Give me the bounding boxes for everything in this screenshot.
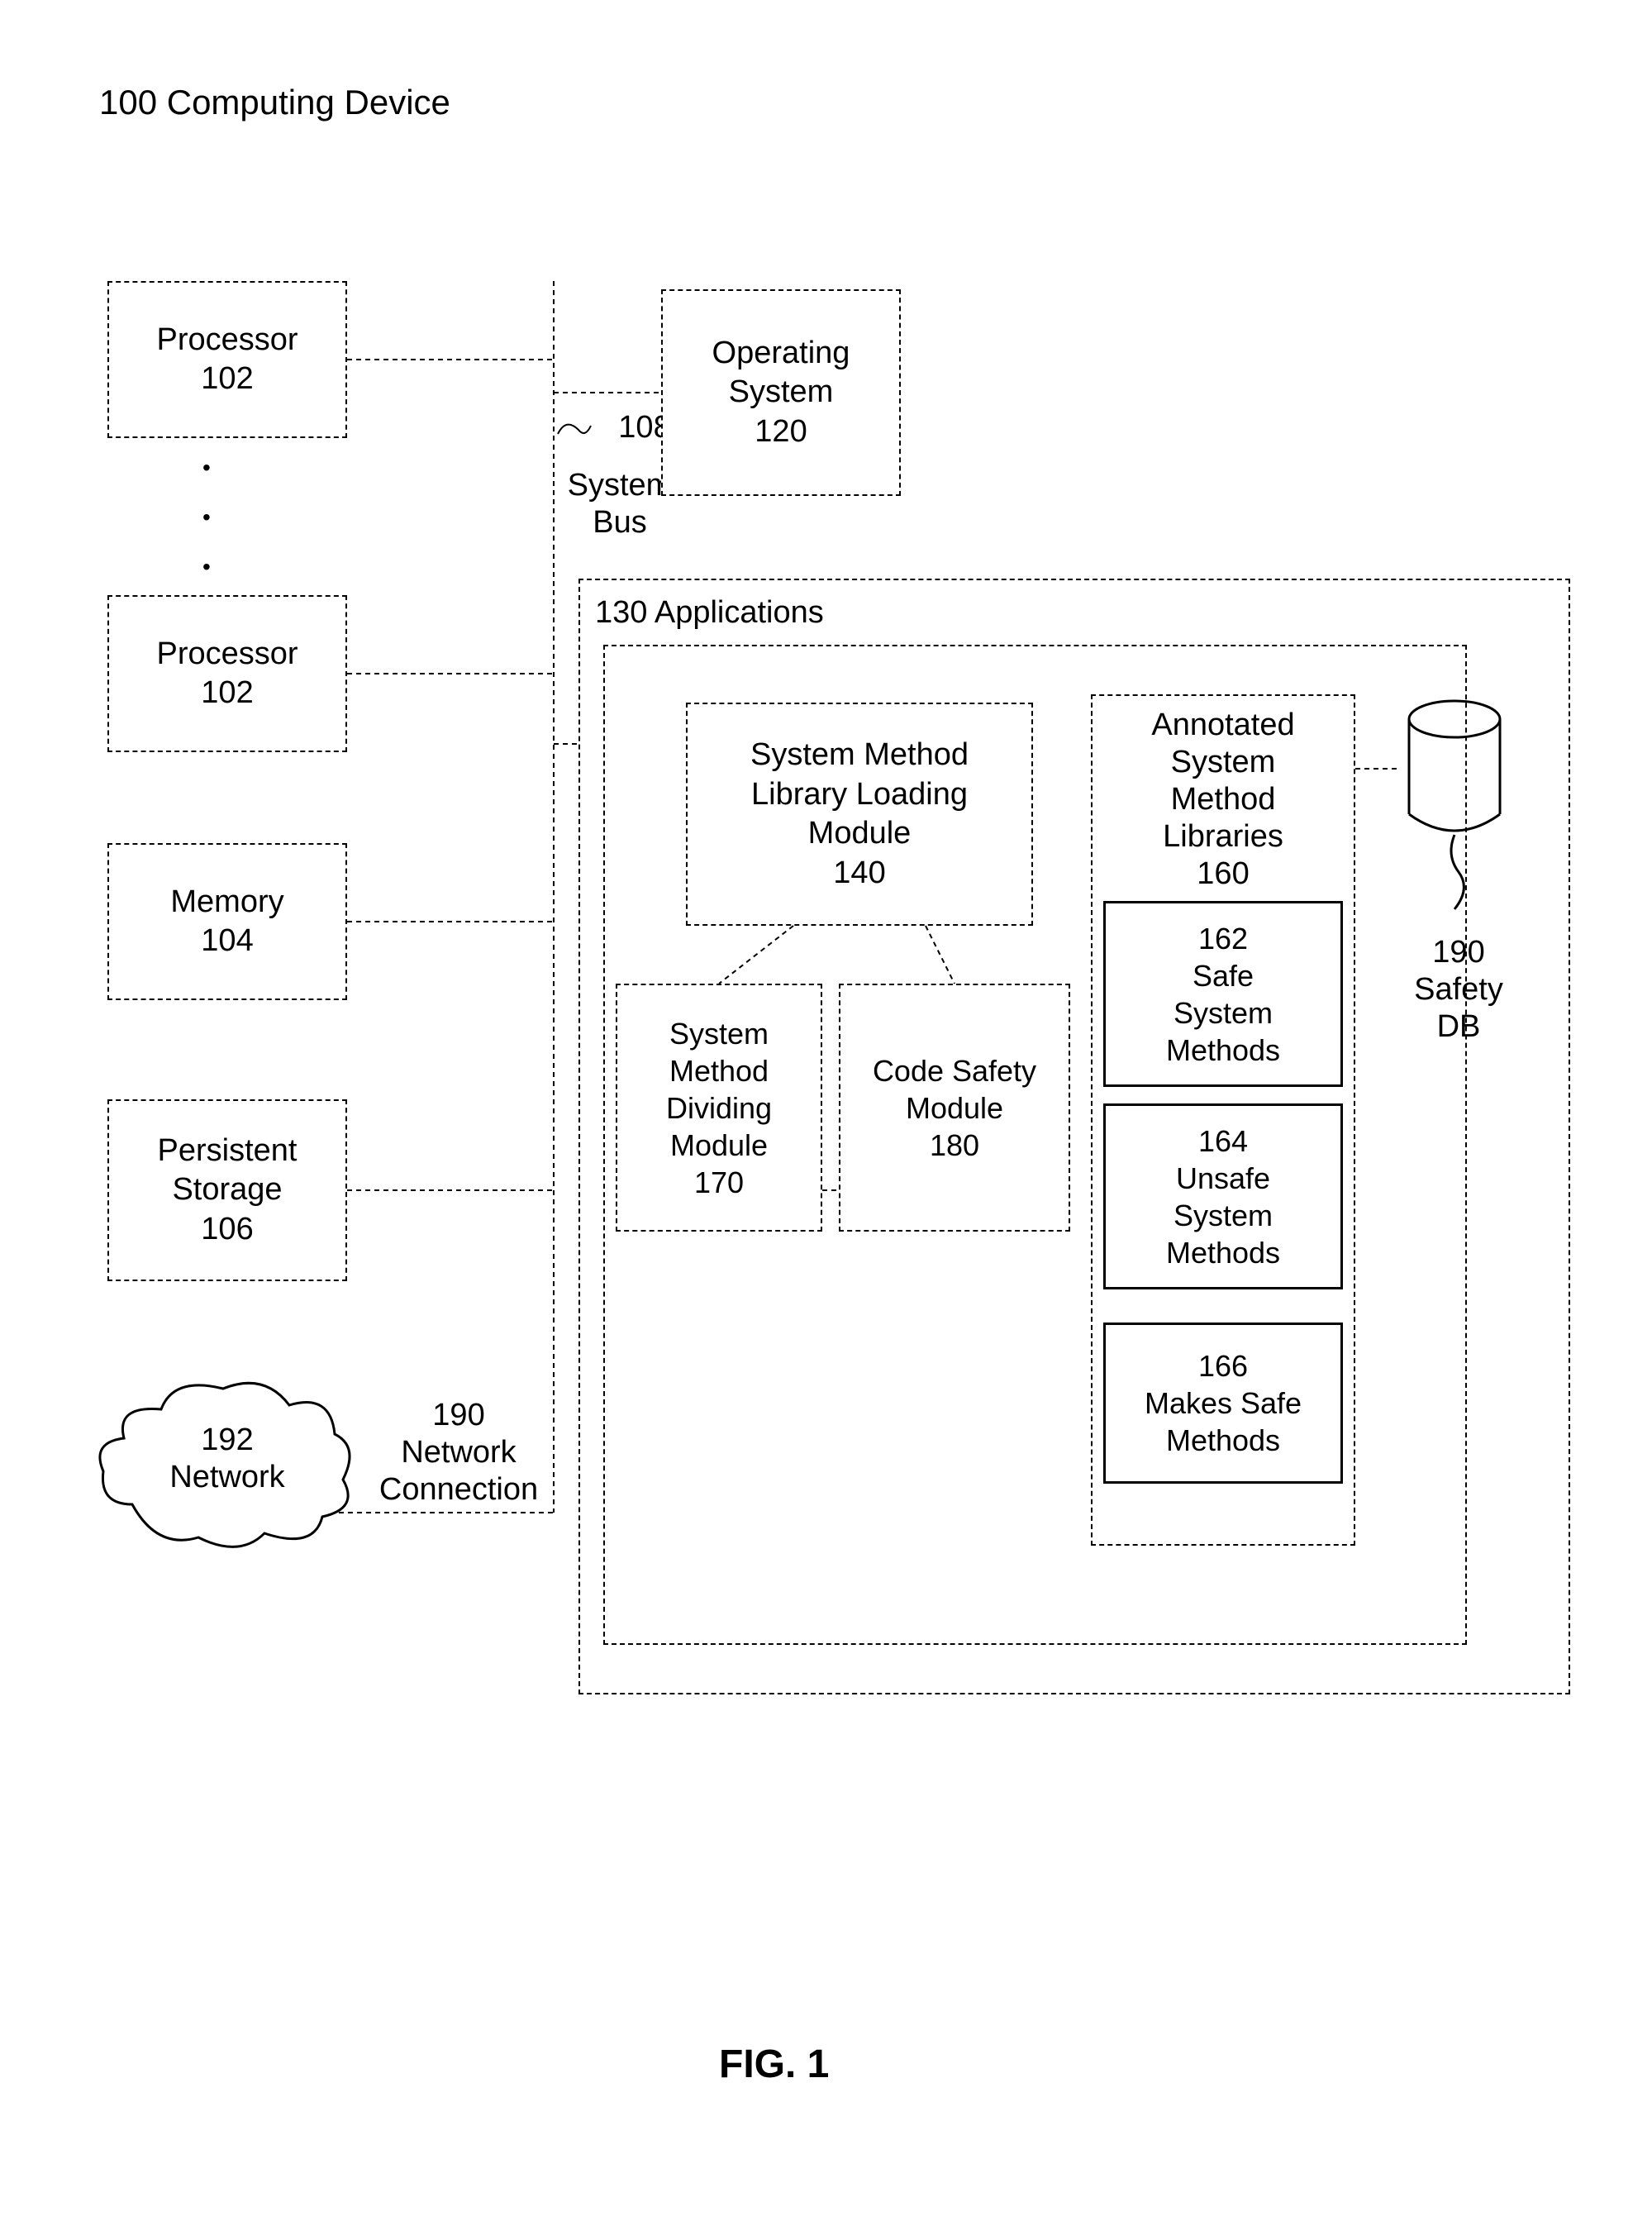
memory-box: Memory 104 <box>107 843 347 1000</box>
safety-mod-num: 180 <box>930 1127 979 1164</box>
dividing-num: 170 <box>694 1164 744 1201</box>
figure-label: FIG. 1 <box>719 2042 829 2087</box>
makes-safe-box: 166 Makes Safe Methods <box>1103 1323 1343 1484</box>
safe-label-1: Safe <box>1193 957 1254 994</box>
processor-1-label: Processor <box>156 321 298 360</box>
safety-db-label-2: DB <box>1397 1008 1521 1046</box>
safe-num: 162 <box>1198 920 1248 957</box>
makes-label-2: Methods <box>1166 1422 1280 1459</box>
storage-box: Persistent Storage 106 <box>107 1099 347 1281</box>
annotated-num: 160 <box>1103 855 1343 894</box>
unsafe-label-1: Unsafe <box>1176 1160 1270 1197</box>
unsafe-methods-box: 164 Unsafe System Methods <box>1103 1103 1343 1289</box>
loading-label-1: System Method <box>750 736 969 775</box>
annotated-label-1: Annotated <box>1103 707 1343 745</box>
applications-label: 130 Applications <box>595 595 824 631</box>
memory-num: 104 <box>201 922 253 961</box>
processor-2-num: 102 <box>201 674 253 713</box>
os-label-1: Operating <box>712 334 850 374</box>
bus-leader <box>554 409 595 452</box>
safety-mod-label-2: Module <box>906 1089 1003 1127</box>
os-num: 120 <box>755 412 807 452</box>
safety-mod-label-1: Code Safety <box>873 1052 1036 1089</box>
cylinder-icon <box>1397 694 1521 926</box>
safe-methods-box: 162 Safe System Methods <box>1103 901 1343 1087</box>
network-label: Network <box>145 1459 310 1497</box>
os-label-2: System <box>729 373 834 412</box>
ellipsis-dot: • <box>202 455 211 481</box>
diagram-title: 100 Computing Device <box>99 83 450 122</box>
processor-2-box: Processor 102 <box>107 595 347 752</box>
safety-db-num: 190 <box>1405 934 1512 972</box>
net-conn-label-2: Connection <box>347 1471 570 1509</box>
loading-num: 140 <box>833 854 885 894</box>
storage-label-1: Persistent <box>158 1132 298 1171</box>
unsafe-num: 164 <box>1198 1122 1248 1160</box>
makes-label-1: Makes Safe <box>1145 1385 1302 1422</box>
dividing-label-4: Module <box>670 1127 768 1164</box>
processor-1-num: 102 <box>201 360 253 399</box>
dividing-module-box: System Method Dividing Module 170 <box>616 984 822 1232</box>
annotated-label-2: System <box>1103 744 1343 782</box>
ellipsis-dot: • <box>202 554 211 580</box>
processor-2-label: Processor <box>156 635 298 674</box>
loading-module-box: System Method Library Loading Module 140 <box>686 703 1033 926</box>
annotated-label-4: Libraries <box>1103 818 1343 856</box>
safe-label-2: System <box>1174 994 1273 1032</box>
loading-label-2: Library Loading <box>751 775 968 815</box>
storage-label-2: Storage <box>172 1170 282 1210</box>
dividing-label-3: Dividing <box>666 1089 772 1127</box>
loading-label-3: Module <box>808 814 912 854</box>
memory-label: Memory <box>170 883 283 922</box>
net-conn-label-1: Network <box>364 1434 554 1472</box>
net-conn-num: 190 <box>364 1397 554 1435</box>
storage-num: 106 <box>201 1210 253 1250</box>
safe-label-3: Methods <box>1166 1032 1280 1069</box>
annotated-label-3: Method <box>1103 781 1343 819</box>
unsafe-label-2: System <box>1174 1197 1273 1234</box>
makes-num: 166 <box>1198 1347 1248 1385</box>
safety-module-box: Code Safety Module 180 <box>839 984 1070 1232</box>
bus-label-2: Bus <box>545 504 694 542</box>
ellipsis-dot: • <box>202 504 211 531</box>
dividing-label-2: Method <box>669 1052 769 1089</box>
network-num: 192 <box>161 1422 293 1460</box>
os-box: Operating System 120 <box>661 289 901 496</box>
dividing-label-1: System <box>669 1015 769 1052</box>
unsafe-label-3: Methods <box>1166 1234 1280 1271</box>
safety-db-label-1: Safety <box>1397 971 1521 1009</box>
processor-1-box: Processor 102 <box>107 281 347 438</box>
